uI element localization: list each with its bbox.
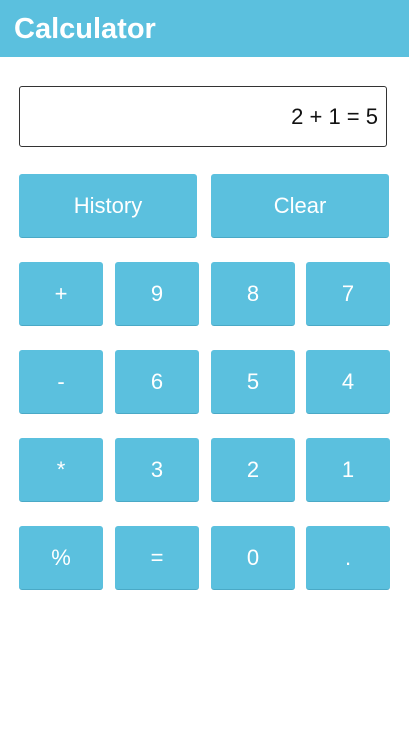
key-percent[interactable]: % — [19, 526, 103, 590]
key-7[interactable]: 7 — [306, 262, 390, 326]
display-value: 2 + 1 = 5 — [291, 104, 378, 129]
clear-button[interactable]: Clear — [211, 174, 389, 238]
app-title: Calculator — [14, 13, 156, 45]
result-display: 2 + 1 = 5 — [19, 86, 387, 147]
key-0[interactable]: 0 — [211, 526, 295, 590]
key-1[interactable]: 1 — [306, 438, 390, 502]
history-button[interactable]: History — [19, 174, 197, 238]
key-4[interactable]: 4 — [306, 350, 390, 414]
key-plus[interactable]: + — [19, 262, 103, 326]
app-header: Calculator — [0, 0, 409, 57]
key-5[interactable]: 5 — [211, 350, 295, 414]
key-equals[interactable]: = — [115, 526, 199, 590]
key-multiply[interactable]: * — [19, 438, 103, 502]
key-3[interactable]: 3 — [115, 438, 199, 502]
key-minus[interactable]: - — [19, 350, 103, 414]
key-8[interactable]: 8 — [211, 262, 295, 326]
calculator-app: Calculator 2 + 1 = 5 History Clear + 9 8… — [0, 0, 409, 731]
key-6[interactable]: 6 — [115, 350, 199, 414]
key-2[interactable]: 2 — [211, 438, 295, 502]
key-decimal[interactable]: . — [306, 526, 390, 590]
key-9[interactable]: 9 — [115, 262, 199, 326]
